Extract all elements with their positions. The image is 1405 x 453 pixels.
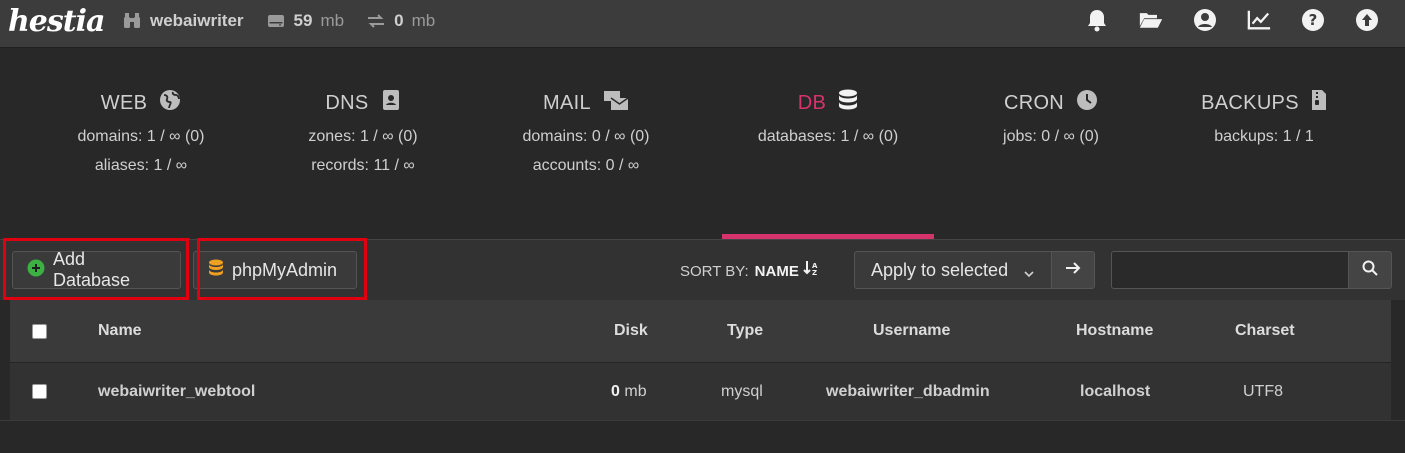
table-row[interactable]: webaiwriter_webtool 0 mb mysql webaiwrit… bbox=[10, 363, 1391, 420]
hestia-logo[interactable]: hestia bbox=[8, 4, 105, 39]
tab-backups[interactable]: BACKUPS backups: 1 / 1 bbox=[1158, 89, 1370, 146]
toolbar: Add Database phpMyAdmin SORT BY: NAME AZ … bbox=[0, 238, 1405, 300]
stat-cron-line-1: jobs: 0 / ∞ (0) bbox=[1003, 128, 1099, 145]
column-header-disk[interactable]: Disk bbox=[614, 300, 648, 362]
table-header: Name Disk Type Username Hostname Charset bbox=[10, 300, 1391, 363]
arrow-right-icon bbox=[1065, 261, 1081, 280]
bandwidth-unit: mb bbox=[411, 11, 436, 30]
select-all-checkbox[interactable] bbox=[32, 300, 47, 362]
hdd-icon bbox=[266, 11, 286, 31]
question-icon[interactable]: ? bbox=[1301, 8, 1325, 32]
search-input[interactable] bbox=[1111, 251, 1349, 289]
address-book-icon bbox=[381, 89, 401, 117]
top-icon-bar: ? bbox=[1085, 8, 1379, 32]
disk-usage-unit: mb bbox=[320, 11, 345, 30]
sort-by-label: SORT BY: bbox=[680, 263, 749, 280]
folder-open-icon[interactable] bbox=[1139, 8, 1163, 32]
disk-usage-value: 0 bbox=[611, 382, 620, 400]
database-icon bbox=[838, 89, 858, 117]
stat-web-line-1: domains: 1 / ∞ (0) bbox=[77, 128, 205, 145]
mail-bulk-icon bbox=[603, 89, 629, 117]
tab-web[interactable]: WEB domains: 1 / ∞ (0) aliases: 1 / ∞ bbox=[35, 89, 247, 175]
stat-dns-line-2: records: 11 / ∞ bbox=[311, 157, 415, 174]
database-table: Name Disk Type Username Hostname Charset… bbox=[10, 300, 1391, 420]
column-header-hostname[interactable]: Hostname bbox=[1076, 300, 1153, 362]
bulk-action-label: Apply to selected bbox=[871, 259, 1009, 280]
file-zip-icon bbox=[1311, 89, 1327, 117]
chevron-down-icon bbox=[1023, 264, 1035, 285]
upload-circle-icon[interactable] bbox=[1355, 8, 1379, 32]
bandwidth-value: 0 bbox=[394, 11, 404, 30]
user-circle-icon[interactable] bbox=[1193, 8, 1217, 32]
bulk-action-select[interactable]: Apply to selected bbox=[854, 251, 1052, 289]
sort-field: NAME bbox=[754, 263, 799, 280]
stat-mail-line-2: accounts: 0 / ∞ bbox=[532, 157, 640, 174]
stats-panel: WEB domains: 1 / ∞ (0) aliases: 1 / ∞ DN… bbox=[0, 49, 1405, 239]
tab-backups-label: BACKUPS bbox=[1201, 91, 1299, 114]
tab-mail[interactable]: MAIL domains: 0 / ∞ (0) accounts: 0 / ∞ bbox=[480, 89, 692, 175]
exchange-icon bbox=[366, 11, 386, 31]
database-username: webaiwriter_dbadmin bbox=[826, 382, 990, 400]
tab-db-label: DB bbox=[797, 91, 827, 114]
database-type: mysql bbox=[721, 382, 763, 400]
highlight-add-database bbox=[3, 238, 189, 300]
stat-backups-line-1: backups: 1 / 1 bbox=[1214, 128, 1314, 145]
tab-web-label: WEB bbox=[100, 91, 148, 114]
database-charset: UTF8 bbox=[1243, 382, 1283, 400]
clock-icon bbox=[1076, 89, 1098, 117]
stat-db-line-1: databases: 1 / ∞ (0) bbox=[757, 128, 899, 145]
disk-usage: 0 mb bbox=[611, 363, 647, 420]
tab-cron[interactable]: CRON jobs: 0 / ∞ (0) bbox=[945, 89, 1157, 146]
sort-alpha-down-icon: AZ bbox=[803, 261, 821, 280]
highlight-phpmyadmin bbox=[197, 238, 367, 300]
column-header-type[interactable]: Type bbox=[727, 300, 763, 362]
row-checkbox[interactable] bbox=[32, 363, 47, 420]
stat-mail-line-1: domains: 0 / ∞ (0) bbox=[522, 128, 650, 145]
user-summary: webaiwriter 59 mb 0 mb bbox=[122, 0, 435, 42]
tab-mail-label: MAIL bbox=[543, 91, 591, 114]
column-header-name[interactable]: Name bbox=[98, 300, 142, 362]
divider bbox=[0, 420, 1405, 421]
chart-line-icon[interactable] bbox=[1247, 8, 1271, 32]
sort-control[interactable]: SORT BY: NAME AZ bbox=[680, 261, 821, 280]
tab-cron-label: CRON bbox=[1003, 91, 1065, 114]
column-header-username[interactable]: Username bbox=[873, 300, 950, 362]
column-header-charset[interactable]: Charset bbox=[1235, 300, 1295, 362]
username-link[interactable]: webaiwriter bbox=[150, 11, 244, 31]
database-name-link[interactable]: webaiwriter_webtool bbox=[98, 363, 255, 420]
tab-db[interactable]: DB databases: 1 / ∞ (0) bbox=[722, 89, 934, 146]
disk-usage-value: 59 bbox=[293, 11, 313, 30]
stat-web-line-2: aliases: 1 / ∞ bbox=[94, 157, 188, 174]
svg-text:Z: Z bbox=[812, 269, 817, 276]
svg-text:?: ? bbox=[1309, 11, 1318, 29]
bell-icon[interactable] bbox=[1085, 8, 1109, 32]
search-icon bbox=[1362, 260, 1378, 281]
tab-dns[interactable]: DNS zones: 1 / ∞ (0) records: 11 / ∞ bbox=[257, 89, 469, 175]
apply-bulk-action-button[interactable] bbox=[1051, 251, 1095, 289]
globe-icon bbox=[159, 89, 181, 117]
search-button[interactable] bbox=[1348, 251, 1392, 289]
disk-usage-unit: mb bbox=[624, 382, 647, 400]
binoculars-icon bbox=[122, 11, 142, 31]
stat-dns-line-1: zones: 1 / ∞ (0) bbox=[308, 128, 418, 145]
top-bar: hestia webaiwriter 59 mb 0 mb ? bbox=[0, 0, 1405, 48]
tab-dns-label: DNS bbox=[325, 91, 369, 114]
database-hostname: localhost bbox=[1080, 382, 1151, 400]
